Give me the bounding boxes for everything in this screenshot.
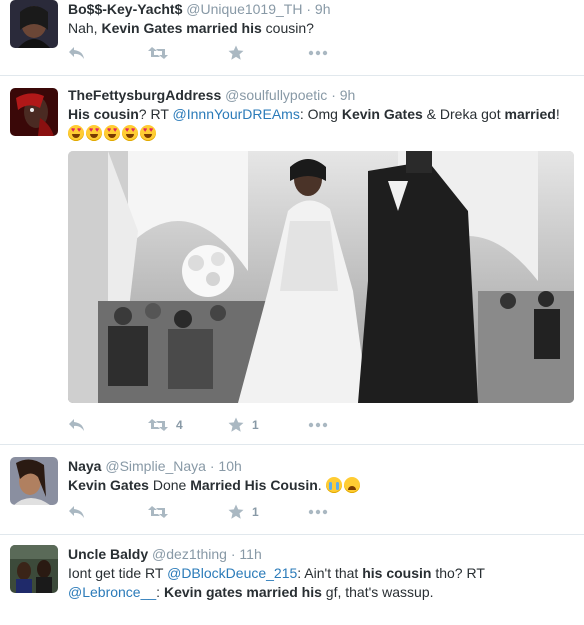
favorite-button[interactable] bbox=[228, 44, 244, 62]
avatar[interactable] bbox=[10, 88, 58, 136]
more-button[interactable] bbox=[308, 44, 328, 62]
separator: · bbox=[230, 546, 236, 562]
more-icon bbox=[308, 422, 328, 428]
more-icon bbox=[308, 50, 328, 56]
username[interactable]: @Unique1019_TH bbox=[186, 1, 302, 17]
retweet-icon bbox=[148, 47, 168, 59]
more-button[interactable] bbox=[308, 503, 328, 521]
tweet-text: Iont get tide RT @DBlockDeuce_215: Ain't… bbox=[68, 565, 485, 600]
heart-eyes-emoji bbox=[104, 125, 120, 141]
mention-link[interactable]: @InnnYourDREAms bbox=[173, 106, 300, 122]
reply-button[interactable] bbox=[68, 503, 85, 521]
tweet-text: Nah, Kevin Gates married his cousin? bbox=[68, 20, 314, 36]
tweet[interactable]: Uncle Baldy @dez1thing · 11h Iont get ti… bbox=[0, 535, 584, 625]
favorite-count: 1 bbox=[252, 418, 259, 432]
star-icon bbox=[228, 417, 244, 432]
reply-button[interactable] bbox=[68, 44, 85, 62]
reply-icon bbox=[69, 506, 84, 518]
tweet-text: His cousin? RT @InnnYourDREAms: Omg Kevi… bbox=[68, 105, 572, 143]
more-button[interactable] bbox=[308, 416, 328, 434]
avatar[interactable] bbox=[10, 545, 58, 593]
tweet[interactable]: Bo$$-Key-Yacht$ @Unique1019_TH · 9h Nah,… bbox=[0, 0, 584, 76]
reply-icon bbox=[69, 419, 84, 431]
username[interactable]: @dez1thing bbox=[152, 546, 227, 562]
wedding-photo[interactable] bbox=[68, 151, 574, 403]
display-name[interactable]: Bo$$-Key-Yacht$ bbox=[68, 1, 182, 17]
reply-icon bbox=[69, 47, 84, 59]
separator: · bbox=[331, 87, 336, 103]
tweet-header: Uncle Baldy @dez1thing · 11h bbox=[68, 545, 572, 563]
username[interactable]: @soulfullypoetic bbox=[225, 87, 327, 103]
favorite-button[interactable]: 1 bbox=[228, 503, 259, 521]
avatar[interactable] bbox=[10, 457, 58, 505]
tweet[interactable]: Naya @Simplie_Naya · 10h Kevin Gates Don… bbox=[0, 445, 584, 535]
retweet-button[interactable] bbox=[148, 44, 168, 62]
weary-face-emoji bbox=[343, 477, 360, 493]
more-icon bbox=[308, 509, 328, 515]
heart-eyes-emoji bbox=[86, 125, 102, 141]
tweet-header: Bo$$-Key-Yacht$ @Unique1019_TH · 9h bbox=[68, 0, 572, 18]
crying-face-emoji bbox=[325, 477, 342, 493]
mention-link[interactable]: @DBlockDeuce_215 bbox=[167, 565, 297, 581]
tweet[interactable]: TheFettysburgAddress @soulfullypoetic · … bbox=[0, 76, 584, 445]
heart-eyes-emoji bbox=[122, 125, 138, 141]
display-name[interactable]: Naya bbox=[68, 458, 101, 474]
separator: · bbox=[306, 1, 312, 17]
retweet-icon bbox=[148, 506, 168, 518]
retweet-count: 4 bbox=[176, 418, 183, 432]
username[interactable]: @Simplie_Naya bbox=[105, 458, 206, 474]
timestamp[interactable]: 9h bbox=[340, 87, 356, 103]
separator: · bbox=[209, 458, 215, 474]
timestamp[interactable]: 10h bbox=[218, 458, 241, 474]
retweet-button[interactable]: 4 bbox=[148, 416, 183, 434]
retweet-button[interactable] bbox=[148, 503, 168, 521]
display-name[interactable]: Uncle Baldy bbox=[68, 546, 148, 562]
tweet-text: Kevin Gates Done Married His Cousin. bbox=[68, 476, 572, 495]
timestamp[interactable]: 11h bbox=[239, 546, 261, 562]
avatar[interactable] bbox=[10, 0, 58, 48]
favorite-button[interactable]: 1 bbox=[228, 416, 259, 434]
mention-link[interactable]: @Lebronce__ bbox=[68, 584, 156, 600]
heart-eyes-emoji bbox=[68, 125, 84, 141]
tweet-header: TheFettysburgAddress @soulfullypoetic · … bbox=[68, 86, 572, 104]
retweet-icon bbox=[148, 419, 168, 431]
reply-button[interactable] bbox=[68, 416, 85, 434]
tweet-header: Naya @Simplie_Naya · 10h bbox=[68, 457, 572, 475]
timestamp[interactable]: 9h bbox=[315, 1, 331, 17]
heart-eyes-emoji bbox=[140, 125, 156, 141]
star-icon bbox=[228, 504, 244, 519]
display-name[interactable]: TheFettysburgAddress bbox=[68, 87, 221, 103]
favorite-count: 1 bbox=[252, 505, 259, 519]
star-icon bbox=[228, 45, 244, 60]
